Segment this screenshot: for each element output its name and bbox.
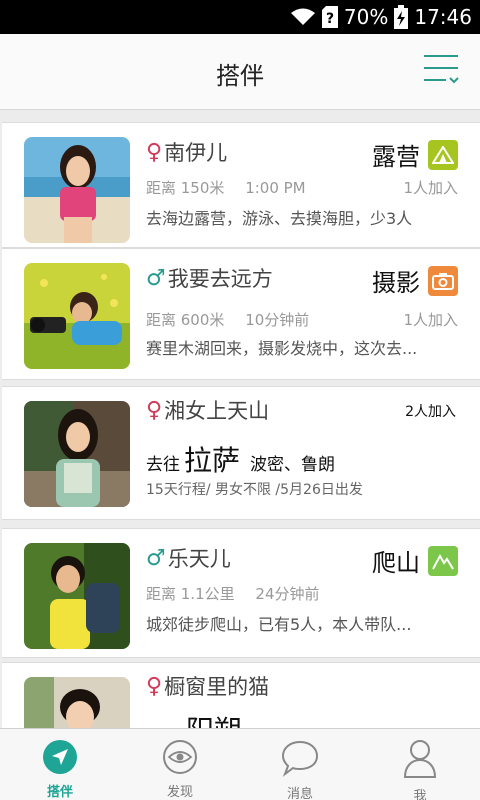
- battery-charging-icon: [394, 5, 409, 29]
- activity-tag: 摄影: [372, 263, 458, 298]
- user-name-row: ♂ 我要去远方: [146, 263, 273, 293]
- meta-row: 距离 150米 1:00 PM 1人加入: [146, 177, 458, 198]
- description: 城郊徒步爬山，已有5人，本人带队...: [146, 615, 412, 634]
- distance: 距离 1.1公里: [146, 585, 235, 603]
- list-item[interactable]: ♀ 南伊儿 露营 距离 150米 1:00 PM 1人加入 去海边露营，游泳、去…: [2, 122, 480, 248]
- filter-menu-button[interactable]: [422, 52, 460, 86]
- meta-row: 距离 600米 10分钟前 1人加入: [146, 309, 458, 330]
- bottom-tab-bar: 搭伴 发现 消息 我: [0, 728, 480, 800]
- joined-count: 2人加入: [405, 404, 456, 420]
- user-name[interactable]: 湘女上天山: [164, 395, 269, 425]
- activity-label: 摄影: [372, 269, 420, 297]
- list-item[interactable]: ♂ 我要去远方 摄影 距离 600米 10分钟前 1人加入 赛里木湖回来，摄影发…: [2, 248, 480, 380]
- eye-icon: [162, 739, 198, 775]
- gender-female-icon: ♀: [146, 397, 163, 423]
- list-item[interactable]: ♂ 乐天儿 爬山 距离 1.1公里 24分钟前 城郊徒步爬山，已有5人，本人带队…: [2, 528, 480, 658]
- wifi-icon: [290, 7, 316, 27]
- user-name[interactable]: 橱窗里的猫: [164, 671, 269, 701]
- tab-label: 消息: [286, 787, 313, 800]
- sim-unknown-icon: ?: [321, 6, 338, 28]
- joined-count: 1人加入: [403, 311, 458, 329]
- tab-label: 搭伴: [46, 785, 73, 800]
- user-name[interactable]: 南伊儿: [164, 137, 227, 167]
- tab-me[interactable]: 我: [360, 729, 480, 800]
- list-item[interactable]: ♀ 橱窗里的猫 阳朔: [2, 662, 480, 728]
- waypoints: 波密、鲁朗: [250, 455, 336, 475]
- activity-tag: 爬山: [372, 543, 458, 578]
- avatar: [24, 263, 130, 369]
- user-name-row: ♀ 湘女上天山: [146, 395, 269, 425]
- destination-prefix: 去往: [146, 455, 180, 475]
- activity-label: 爬山: [372, 549, 420, 577]
- tab-label: 我: [413, 789, 427, 800]
- user-name-row: ♀ 橱窗里的猫: [146, 671, 269, 701]
- distance: 距离 600米: [146, 311, 225, 329]
- user-name[interactable]: 我要去远方: [168, 263, 273, 293]
- tab-label: 发现: [166, 785, 193, 800]
- activity-label: 露营: [372, 143, 420, 171]
- post-time: 1:00 PM: [245, 179, 306, 197]
- tent-icon: [428, 139, 458, 170]
- avatar: [24, 677, 130, 728]
- user-name-row: ♀ 南伊儿: [146, 137, 227, 167]
- trip-details: 15天行程/ 男女不限 /5月26日出发: [146, 482, 363, 498]
- description: 赛里木湖回来，摄影发烧中，这次去...: [146, 339, 418, 358]
- meta-row: 距离 1.1公里 24分钟前: [146, 583, 458, 604]
- gender-female-icon: ♀: [146, 673, 163, 699]
- list-item[interactable]: ♀ 湘女上天山 2人加入 去往 拉萨 波密、鲁朗 15天行程/ 男女不限 /5月…: [2, 386, 480, 520]
- distance: 距离 150米: [146, 179, 225, 197]
- user-name-row: ♂ 乐天儿: [146, 543, 231, 573]
- description: 去海边露营，游泳、去摸海胆，少3人: [146, 209, 413, 228]
- filter-menu-icon: [424, 55, 459, 84]
- chat-bubble-icon: [280, 739, 320, 777]
- tab-discover[interactable]: 发现: [120, 729, 240, 800]
- gender-female-icon: ♀: [146, 139, 163, 165]
- battery-level: 70%: [343, 5, 389, 29]
- avatar: [24, 401, 130, 507]
- avatar: [24, 543, 130, 649]
- destination-row: 去往 拉萨 波密、鲁朗: [146, 439, 335, 479]
- page-title: 搭伴: [216, 62, 264, 90]
- joined-count: 1人加入: [403, 179, 458, 197]
- avatar: [24, 137, 130, 243]
- post-time: 24分钟前: [255, 585, 320, 603]
- status-bar: ? 70% 17:46: [0, 0, 480, 34]
- gender-male-icon: ♂: [146, 265, 166, 291]
- destination: 阳朔: [186, 709, 242, 728]
- user-name[interactable]: 乐天儿: [168, 543, 231, 573]
- clock: 17:46: [414, 5, 472, 29]
- partner-list[interactable]: ♀ 南伊儿 露营 距离 150米 1:00 PM 1人加入 去海边露营，游泳、去…: [0, 110, 480, 728]
- svg-text:?: ?: [326, 11, 334, 27]
- activity-tag: 露营: [372, 137, 458, 172]
- camera-icon: [428, 265, 458, 296]
- tab-partner[interactable]: 搭伴: [0, 729, 120, 800]
- tab-messages[interactable]: 消息: [240, 729, 360, 800]
- mountain-icon: [428, 545, 458, 576]
- gender-male-icon: ♂: [146, 545, 166, 571]
- app-header: 搭伴: [0, 34, 480, 110]
- destination: 拉萨: [184, 444, 241, 477]
- post-time: 10分钟前: [245, 311, 310, 329]
- user-icon: [403, 739, 437, 779]
- location-arrow-icon: [42, 739, 78, 775]
- destination-row: 阳朔: [146, 709, 252, 728]
